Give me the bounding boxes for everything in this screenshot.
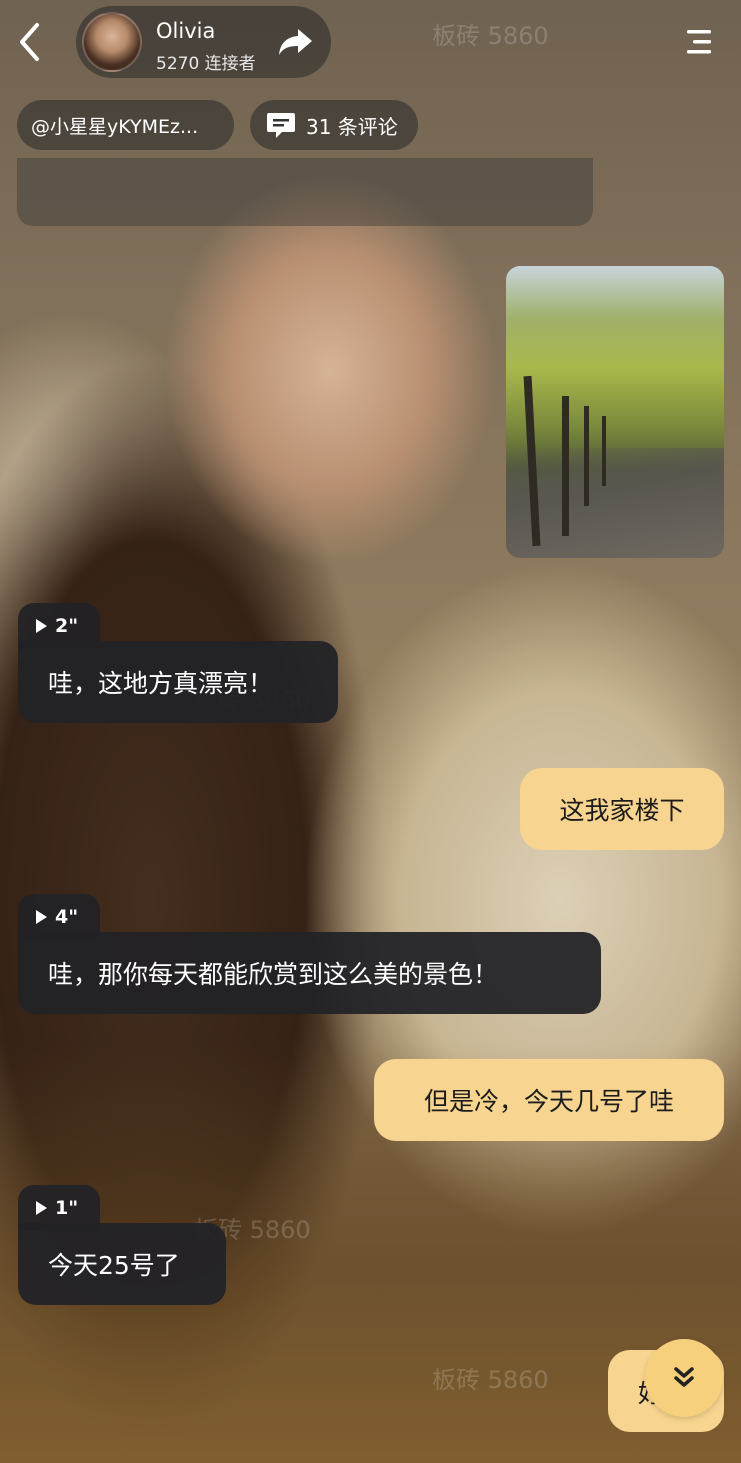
chevron-double-down-icon [674,1367,694,1387]
voice-duration: 1" [55,1197,79,1219]
voice-duration: 4" [55,906,79,928]
message-text: 哇，那你每天都能欣赏到这么美的景色！ [48,960,499,989]
play-icon [36,910,47,924]
watermark: 板砖 5860 [432,22,549,50]
share-icon [279,29,312,55]
message-text: 哇，这地方真漂亮！ [48,669,274,698]
back-button[interactable] [10,18,50,66]
shared-photo[interactable] [506,266,724,558]
back-icon [20,23,39,61]
scroll-to-bottom-button[interactable] [645,1339,723,1417]
avatar[interactable] [82,12,142,72]
ai-message-bubble[interactable]: 哇，那你每天都能欣赏到这么美的景色！ [18,932,601,1014]
message-text: 但是冷，今天几号了哇 [423,1087,674,1116]
comments-count: 31 条评论 [306,114,398,139]
voice-duration: 2" [55,615,79,637]
play-icon [36,619,47,633]
message-text: 这我家楼下 [559,796,685,825]
comment-preview-panel [17,158,593,226]
ai-message-bubble[interactable]: 今天25号了 [18,1223,226,1305]
user-tag[interactable]: @小星星yKYMEz... [17,100,234,150]
play-icon [36,1201,47,1215]
comment-icon [267,113,295,138]
comments-button[interactable]: 31 条评论 [250,100,418,150]
user-message-bubble[interactable]: 这我家楼下 [520,768,724,850]
message-text: 今天25号了 [48,1251,180,1280]
watermark: 板砖 5860 [432,1366,549,1394]
profile-name: Olivia [156,19,216,43]
ai-message-bubble[interactable]: 哇，这地方真漂亮！ [18,641,338,723]
follower-count: 5270 连接者 [156,54,256,74]
menu-icon [687,30,711,54]
share-button[interactable] [276,24,316,60]
profile-pill[interactable]: Olivia 5270 连接者 [76,6,331,78]
menu-button[interactable] [676,22,720,62]
user-message-bubble[interactable]: 但是冷，今天几号了哇 [374,1059,724,1141]
